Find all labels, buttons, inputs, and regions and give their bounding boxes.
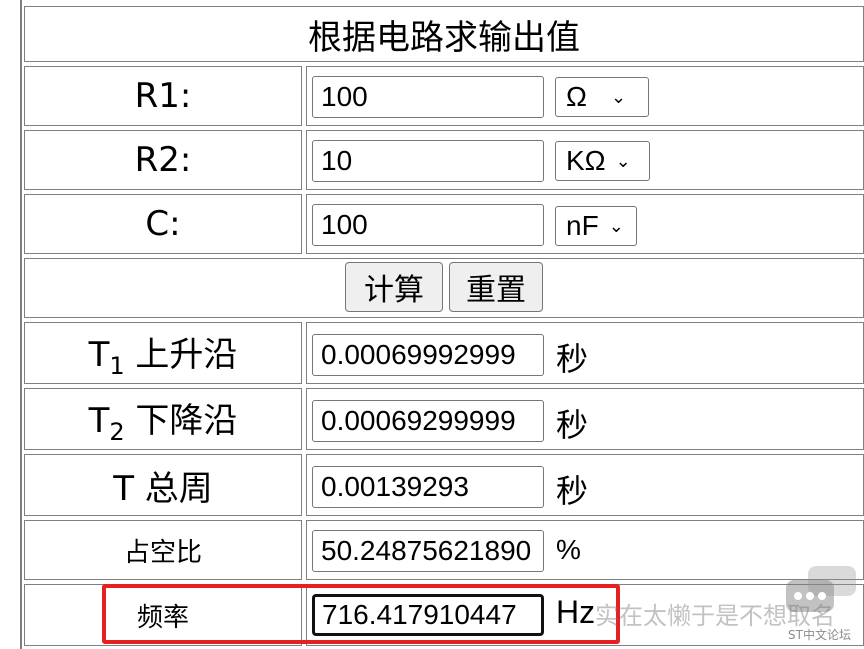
duty-label: 占空比	[123, 537, 202, 568]
chevron-down-icon: ⌄	[615, 150, 631, 171]
t2-value: 0.00069299999	[321, 405, 516, 436]
c-input[interactable]: 100	[312, 204, 544, 246]
c-unit-select[interactable]: nF ⌄	[555, 206, 637, 246]
r2-unit-value: KΩ	[566, 145, 606, 176]
c-unit-value: nF	[566, 210, 599, 241]
r1-label-cell: R1:	[24, 66, 302, 126]
r1-value: 100	[321, 81, 368, 112]
t-value: 0.00139293	[321, 471, 469, 502]
duty-value: 50.24875621890	[321, 535, 532, 566]
t1-label-cell: T1 上升沿	[24, 322, 302, 384]
t-unit: 秒	[556, 473, 589, 509]
chevron-down-icon: ⌄	[608, 215, 624, 236]
t2-output[interactable]: 0.00069299999	[312, 400, 544, 442]
r2-label-cell: R2:	[24, 130, 302, 190]
t1-label: T1 上升沿	[88, 334, 238, 380]
watermark-site: ST中文论坛	[788, 628, 851, 642]
c-value: 100	[321, 209, 368, 240]
page-title: 根据电路求输出值	[308, 17, 580, 58]
buttons-row	[24, 258, 864, 318]
duty-output[interactable]: 50.24875621890	[312, 530, 544, 572]
r1-input[interactable]: 100	[312, 76, 544, 118]
reset-button[interactable]: 重置	[449, 262, 543, 312]
t-label-cell: T 总周	[24, 454, 302, 516]
t1-output[interactable]: 0.00069992999	[312, 334, 544, 376]
r2-unit-select[interactable]: KΩ ⌄	[555, 141, 650, 181]
duty-unit: %	[556, 534, 581, 565]
t2-label-cell: T2 下降沿	[24, 388, 302, 450]
chat-bubble-icon	[786, 566, 858, 630]
r2-input[interactable]: 10	[312, 140, 544, 182]
r2-label: R2:	[134, 140, 192, 180]
c-label-cell: C:	[24, 194, 302, 254]
calculate-button[interactable]: 计算	[345, 262, 443, 312]
highlight-box	[102, 584, 620, 644]
r1-label: R1:	[134, 76, 192, 116]
t1-unit: 秒	[556, 341, 589, 377]
c-label: C:	[145, 204, 181, 244]
form-title-row: 根据电路求输出值	[24, 6, 864, 62]
r1-unit-select[interactable]: Ω ⌄	[555, 77, 649, 117]
chevron-down-icon: ⌄	[610, 86, 627, 107]
t-output[interactable]: 0.00139293	[312, 466, 544, 508]
r1-unit-value: Ω	[566, 81, 587, 112]
t2-unit: 秒	[556, 407, 589, 443]
t1-value: 0.00069992999	[321, 339, 516, 370]
t2-label: T2 下降沿	[88, 400, 238, 446]
t-label: T 总周	[113, 468, 213, 509]
r2-value: 10	[321, 145, 353, 176]
duty-label-cell: 占空比	[24, 520, 302, 580]
